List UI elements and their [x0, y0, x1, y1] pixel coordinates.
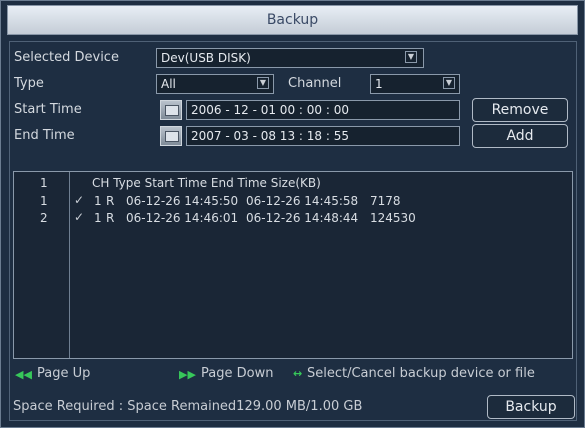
type-dropdown[interactable]: All ▼ [156, 74, 274, 94]
page-down-hint: Page Down [201, 366, 274, 381]
row-start-time: 06-12-26 14:46:01 [126, 211, 239, 225]
list-header-index: 1 [40, 176, 48, 190]
selected-device-value: Dev(USB DISK) [161, 51, 251, 65]
add-button[interactable]: Add [472, 124, 568, 148]
chevron-down-icon: ▼ [443, 77, 455, 89]
row-start-time: 06-12-26 14:45:50 [126, 194, 239, 208]
row-index: 1 [40, 194, 48, 208]
row-size: 7178 [370, 194, 401, 208]
row-type: R [106, 211, 115, 225]
list-header-columns: CH Type Start Time End Time Size(KB) [92, 176, 321, 190]
row-end-time: 06-12-26 14:48:44 [246, 211, 359, 225]
page-up-icon: ◀◀ [15, 368, 32, 381]
check-icon[interactable]: ✓ [74, 194, 86, 206]
window-title: Backup [7, 5, 578, 35]
page-down-icon: ▶▶ [179, 368, 196, 381]
channel-label: Channel [288, 76, 342, 91]
file-list[interactable]: 1 CH Type Start Time End Time Size(KB) 1… [13, 171, 573, 359]
calendar-icon[interactable] [160, 100, 182, 120]
remove-button[interactable]: Remove [472, 98, 568, 122]
select-cancel-icon: ↔ [293, 367, 303, 380]
calendar-icon[interactable] [160, 126, 182, 146]
channel-dropdown[interactable]: 1 ▼ [370, 74, 460, 94]
channel-value: 1 [375, 77, 383, 91]
chevron-down-icon: ▼ [257, 77, 269, 89]
list-divider [69, 172, 70, 358]
row-index: 2 [40, 211, 48, 225]
row-type: R [106, 194, 115, 208]
row-channel: 1 [94, 211, 102, 225]
start-time-label: Start Time [14, 102, 82, 117]
row-end-time: 06-12-26 14:45:58 [246, 194, 359, 208]
chevron-down-icon: ▼ [405, 51, 417, 63]
type-value: All [161, 77, 176, 91]
row-channel: 1 [94, 194, 102, 208]
space-status: Space Required : Space Remained129.00 MB… [13, 399, 363, 414]
selected-device-label: Selected Device [14, 50, 119, 65]
start-time-field[interactable]: 2006 - 12 - 01 00 : 00 : 00 [186, 100, 460, 120]
type-label: Type [14, 76, 44, 91]
select-cancel-hint: Select/Cancel backup device or file [307, 366, 535, 381]
end-time-field[interactable]: 2007 - 03 - 08 13 : 18 : 55 [186, 126, 460, 146]
page-up-hint: Page Up [37, 366, 91, 381]
backup-window: Backup Selected Device Dev(USB DISK) ▼ T… [0, 0, 585, 428]
backup-button[interactable]: Backup [487, 395, 575, 419]
row-size: 124530 [370, 211, 416, 225]
selected-device-dropdown[interactable]: Dev(USB DISK) ▼ [156, 48, 424, 68]
end-time-label: End Time [14, 128, 75, 143]
check-icon[interactable]: ✓ [74, 211, 86, 223]
